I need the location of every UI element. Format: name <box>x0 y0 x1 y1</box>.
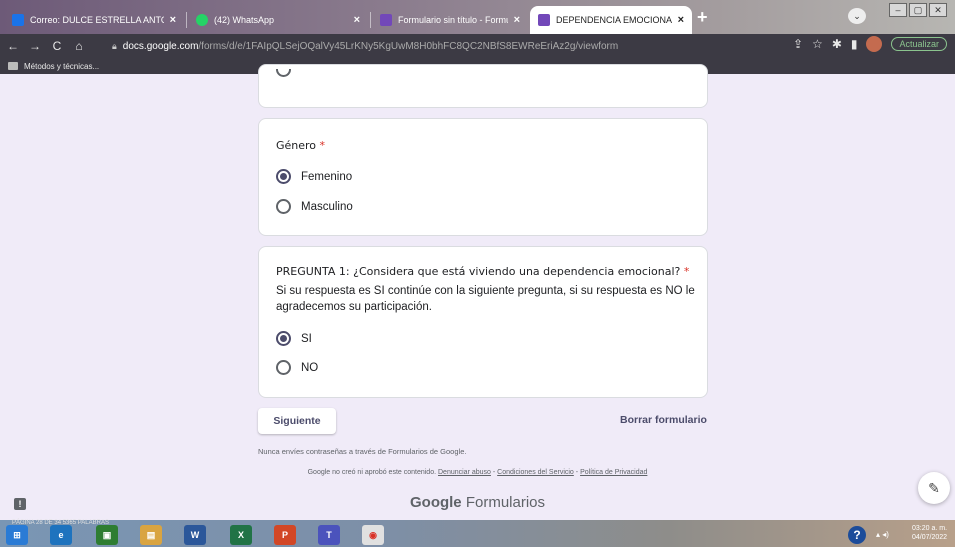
question-title-text: PREGUNTA 1: ¿Considera que está viviendo… <box>276 265 681 278</box>
required-mark: * <box>319 139 326 152</box>
option-label: Femenino <box>301 170 353 183</box>
clear-form-button[interactable]: Borrar formulario <box>620 414 707 426</box>
legal-footer: Google no creó ni aprobó este contenido.… <box>307 469 648 476</box>
question-title: PREGUNTA 1: ¿Considera que está viviendo… <box>276 265 689 278</box>
share-icon[interactable]: ⇪ <box>793 37 803 51</box>
speaker-icon[interactable]: ▴ ◂) <box>876 530 889 539</box>
required-mark: * <box>683 265 690 278</box>
option-si[interactable]: SI <box>276 331 312 346</box>
next-button[interactable]: Siguiente <box>258 408 336 434</box>
tab-separator <box>186 12 187 28</box>
extensions-icon[interactable]: ✱ <box>832 37 842 51</box>
forward-icon[interactable]: → <box>26 39 44 53</box>
bookmark-star-icon[interactable]: ☆ <box>812 37 823 51</box>
question-title: Género * <box>276 139 325 152</box>
update-button[interactable]: Actualizar <box>891 37 947 51</box>
new-tab-button[interactable]: + <box>697 7 708 28</box>
tab-title: Formulario sin título - Formulario <box>398 15 508 25</box>
privacy-link[interactable]: Política de Privacidad <box>580 469 647 476</box>
brand-forms: Formularios <box>465 494 546 511</box>
system-clock[interactable]: 03:20 a. m. 04/07/2022 <box>912 524 947 542</box>
toolbar-actions: ⇪ ☆ ✱ ▮ Actualizar <box>793 36 947 52</box>
folder-icon <box>8 62 18 70</box>
restore-icon[interactable]: ▢ <box>909 3 927 17</box>
option-no[interactable]: NO <box>276 360 318 375</box>
radio-button-selected[interactable] <box>276 331 291 346</box>
url-path: /forms/d/e/1FAIpQLSejOQalVy45LrKNy5KgUwM… <box>198 40 619 52</box>
browser-toolbar: ← → C ⌂ 🔒︎ docs.google.com /forms/d/e/1F… <box>0 34 955 58</box>
option-label: Masculino <box>301 200 353 213</box>
tab-title: DEPENDENCIA EMOCIONAL EN <box>556 15 672 25</box>
taskbar-app-edge[interactable]: e <box>50 525 72 545</box>
google-forms-icon <box>538 14 550 26</box>
close-icon[interactable]: × <box>170 14 176 26</box>
taskbar-app-teams[interactable]: T <box>318 525 340 545</box>
password-warning: Nunca envíes contraseñas a través de For… <box>258 447 467 456</box>
google-forms-logo: Google Formularios <box>0 494 955 511</box>
tab-dependencia-emocional[interactable]: DEPENDENCIA EMOCIONAL EN × <box>530 6 692 34</box>
reload-icon[interactable]: C <box>48 39 66 53</box>
taskbar-app-powerpoint[interactable]: P <box>274 525 296 545</box>
url-host: docs.google.com <box>122 40 199 52</box>
tab-title: Correo: DULCE ESTRELLA ANTON <box>30 15 164 25</box>
report-abuse-link[interactable]: Denunciar abuso <box>438 469 491 476</box>
tab-title: (42) WhatsApp <box>214 15 275 25</box>
tab-whatsapp[interactable]: (42) WhatsApp × <box>188 6 368 34</box>
whatsapp-icon <box>196 14 208 26</box>
tab-search-icon[interactable]: ⌄ <box>848 8 866 24</box>
profile-avatar[interactable] <box>866 36 883 52</box>
option-masculino[interactable]: Masculino <box>276 199 353 214</box>
sidepanel-icon[interactable]: ▮ <box>851 37 858 51</box>
tab-separator <box>370 12 371 28</box>
start-windows-icon[interactable]: ⊞ <box>6 525 28 545</box>
question-card-gender: Género * Femenino Masculino <box>258 118 708 236</box>
tab-mail[interactable]: Correo: DULCE ESTRELLA ANTON × <box>4 6 184 34</box>
help-icon[interactable]: ? <box>848 526 866 544</box>
clock-date: 04/07/2022 <box>912 534 948 541</box>
browser-tab-bar: Correo: DULCE ESTRELLA ANTON × (42) What… <box>0 0 955 34</box>
option-femenino[interactable]: Femenino <box>276 169 352 184</box>
outlook-icon <box>12 14 24 26</box>
radio-button[interactable] <box>276 199 291 214</box>
option-label: SI <box>301 332 312 345</box>
question-title-text: Género <box>276 139 317 152</box>
terms-link[interactable]: Condiciones del Servicio <box>497 469 574 476</box>
edit-pencil-icon[interactable]: ✎ <box>918 472 950 504</box>
close-icon[interactable]: × <box>354 14 360 26</box>
google-forms-icon <box>380 14 392 26</box>
taskbar-app-excel[interactable]: X <box>230 525 252 545</box>
lock-icon: 🔒︎ <box>112 40 117 51</box>
close-icon[interactable]: × <box>678 14 684 26</box>
question-description: Si su respuesta es SI continúe con la si… <box>276 285 695 313</box>
question-card-1: PREGUNTA 1: ¿Considera que está viviendo… <box>258 246 708 398</box>
tab-forms-untitled[interactable]: Formulario sin título - Formulario × <box>372 6 528 34</box>
home-icon[interactable]: ⌂ <box>70 39 88 53</box>
taskbar-app-explorer[interactable]: ▤ <box>140 525 162 545</box>
close-window-icon[interactable]: ✕ <box>929 3 947 17</box>
taskbar-app-chrome[interactable]: ◉ <box>362 525 384 545</box>
bookmark-item[interactable]: Métodos y técnicas... <box>24 62 99 71</box>
legal-disclaimer: Google no creó ni aprobó este contenido. <box>307 469 437 476</box>
clock-time: 03:20 a. m. <box>912 525 948 532</box>
taskbar-app-word[interactable]: W <box>184 525 206 545</box>
option-label: NO <box>301 361 319 374</box>
form-page: Género * Femenino Masculino PREGUNTA 1: … <box>0 64 955 520</box>
radio-button-selected[interactable] <box>276 169 291 184</box>
brand-google: Google <box>409 494 462 511</box>
radio-button[interactable] <box>276 69 291 77</box>
close-icon[interactable]: × <box>514 14 520 26</box>
radio-button[interactable] <box>276 360 291 375</box>
back-icon[interactable]: ← <box>4 39 22 53</box>
minimize-icon[interactable]: – <box>889 3 907 17</box>
previous-question-card <box>258 64 708 108</box>
taskbar-app-store[interactable]: ▣ <box>96 525 118 545</box>
window-controls: – ▢ ✕ <box>889 3 947 17</box>
address-bar[interactable]: 🔒︎ docs.google.com /forms/d/e/1FAIpQLSej… <box>112 36 772 56</box>
